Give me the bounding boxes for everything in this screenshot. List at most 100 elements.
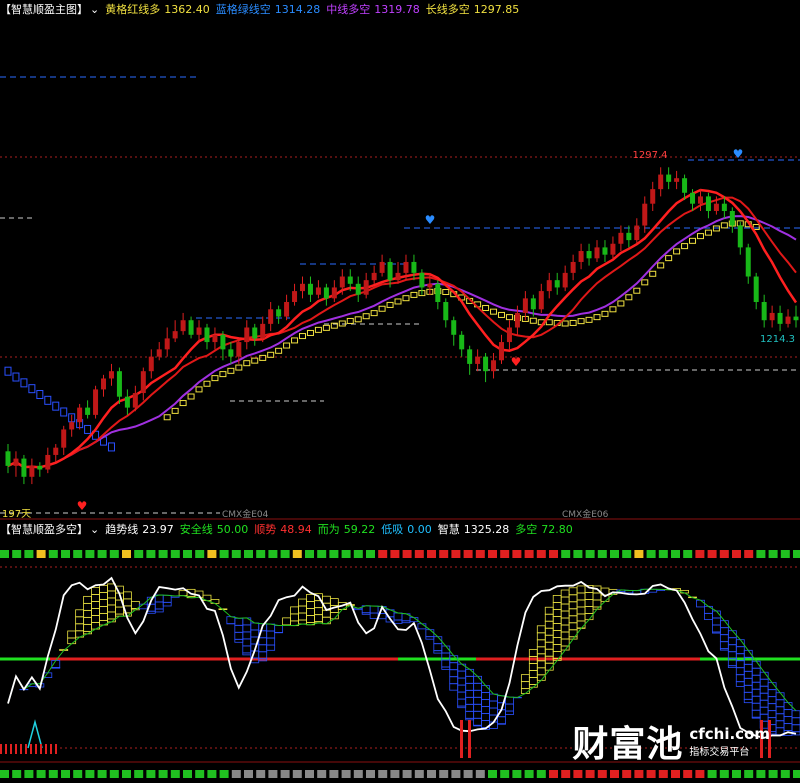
sub-ladder-box [767, 689, 777, 698]
sub-ladder-box [759, 699, 769, 708]
sub-ladder-box [401, 620, 411, 624]
status-cell [585, 770, 595, 778]
candle-body [252, 327, 258, 339]
signal-spike [15, 744, 17, 754]
candle-body [705, 196, 711, 211]
status-cell [756, 770, 766, 778]
status-cell [549, 770, 558, 778]
signal-spike [40, 744, 42, 754]
status-cell [549, 550, 558, 558]
status-cell [97, 550, 107, 558]
sub-ladder-box [162, 594, 172, 603]
sub-ladder-box [107, 611, 116, 620]
candle-body [371, 272, 377, 281]
status-cell [427, 550, 436, 558]
sub-ladder-box [457, 684, 467, 693]
sub-ladder-box [727, 665, 737, 668]
sub-ladder-box [568, 608, 578, 617]
sub-ladder-box [83, 616, 92, 625]
sub-ladder-box [393, 612, 403, 621]
sub-ladder-box [735, 646, 745, 655]
status-cell [256, 550, 266, 558]
candle-body [785, 316, 791, 324]
candle-body [260, 323, 266, 339]
sub-green-line [7, 588, 797, 712]
status-cell [292, 770, 302, 778]
candle-body [300, 283, 306, 292]
status-bar-bottom [0, 770, 800, 778]
status-cell [671, 770, 680, 778]
sub-ladder-box [91, 608, 100, 616]
candle-body [355, 283, 361, 295]
candle-body [69, 422, 75, 430]
sub-ladder-box [314, 614, 323, 623]
candle-body [347, 276, 353, 284]
ladder-box [665, 255, 673, 262]
stock-chart[interactable]: ♥ ♥ ♥ ♥ 1297.4 1214.3 197天 CMX金E04 CMX金E… [0, 0, 800, 783]
low-price-label: 1214.3 [760, 334, 795, 345]
sub-ladder-box [298, 598, 307, 607]
status-cell [158, 770, 168, 778]
status-cell [219, 770, 229, 778]
candle-body [610, 243, 616, 255]
candle-body [228, 349, 234, 357]
signal-spike [45, 744, 47, 754]
sub-ladder-box [783, 723, 793, 732]
sub-ladder-box [576, 592, 586, 601]
sub-ladder-box [457, 663, 467, 672]
high-price-label: 1297.4 [633, 150, 668, 161]
sub-ladder-box [242, 652, 252, 656]
sub-ladder-box [544, 613, 554, 622]
sub-ladder-box [234, 624, 244, 633]
contract-label: CMX金E04 [222, 508, 269, 520]
status-cell [134, 550, 144, 558]
status-cell [280, 770, 290, 778]
status-cell [317, 550, 327, 558]
candle-body [53, 447, 59, 455]
sub-ladder-box [489, 707, 498, 716]
status-cell [475, 770, 485, 778]
status-cell [353, 770, 363, 778]
status-cell [573, 550, 583, 558]
status-cell [85, 550, 95, 558]
status-cell [134, 770, 144, 778]
signal-spike [5, 744, 7, 754]
sub-ladder-box [552, 602, 562, 610]
candle-body [674, 178, 680, 182]
ladder-box [497, 311, 505, 318]
sub-ladder-box [751, 681, 761, 690]
status-cell [597, 550, 607, 558]
status-cell [390, 770, 400, 778]
sub-ladder-box [568, 587, 578, 596]
candle-body [761, 302, 767, 321]
sub-ladder-box [122, 598, 132, 607]
status-bar-top [0, 550, 800, 558]
status-cell [536, 550, 546, 558]
ladder-box [171, 407, 179, 414]
sub-ladder-box [568, 601, 578, 610]
candle-body [467, 349, 473, 364]
ladder-box [60, 407, 68, 417]
ladder-box [235, 364, 243, 371]
status-cell [48, 550, 58, 558]
sub-ladder-box [767, 696, 777, 705]
sub-ladder-box [234, 617, 244, 626]
sub-ladder-box [154, 601, 164, 610]
status-cell [366, 770, 375, 778]
sub-ladder-box [505, 703, 514, 712]
sub-ladder-box [719, 627, 729, 636]
ladder-box [163, 414, 171, 421]
candle-body [546, 280, 552, 292]
sub-ladder-box [783, 709, 793, 718]
status-cell [658, 550, 668, 558]
sub-ladder-box [91, 615, 100, 623]
candle-body [148, 356, 154, 372]
candle-body [108, 371, 114, 379]
sub-ladder-box [433, 650, 443, 654]
candle-body [323, 287, 329, 299]
ladder-box [625, 294, 633, 301]
signal-spike [0, 744, 2, 754]
candle-body [570, 261, 576, 273]
sub-ladder-box [735, 674, 745, 683]
candle-body [491, 360, 497, 372]
